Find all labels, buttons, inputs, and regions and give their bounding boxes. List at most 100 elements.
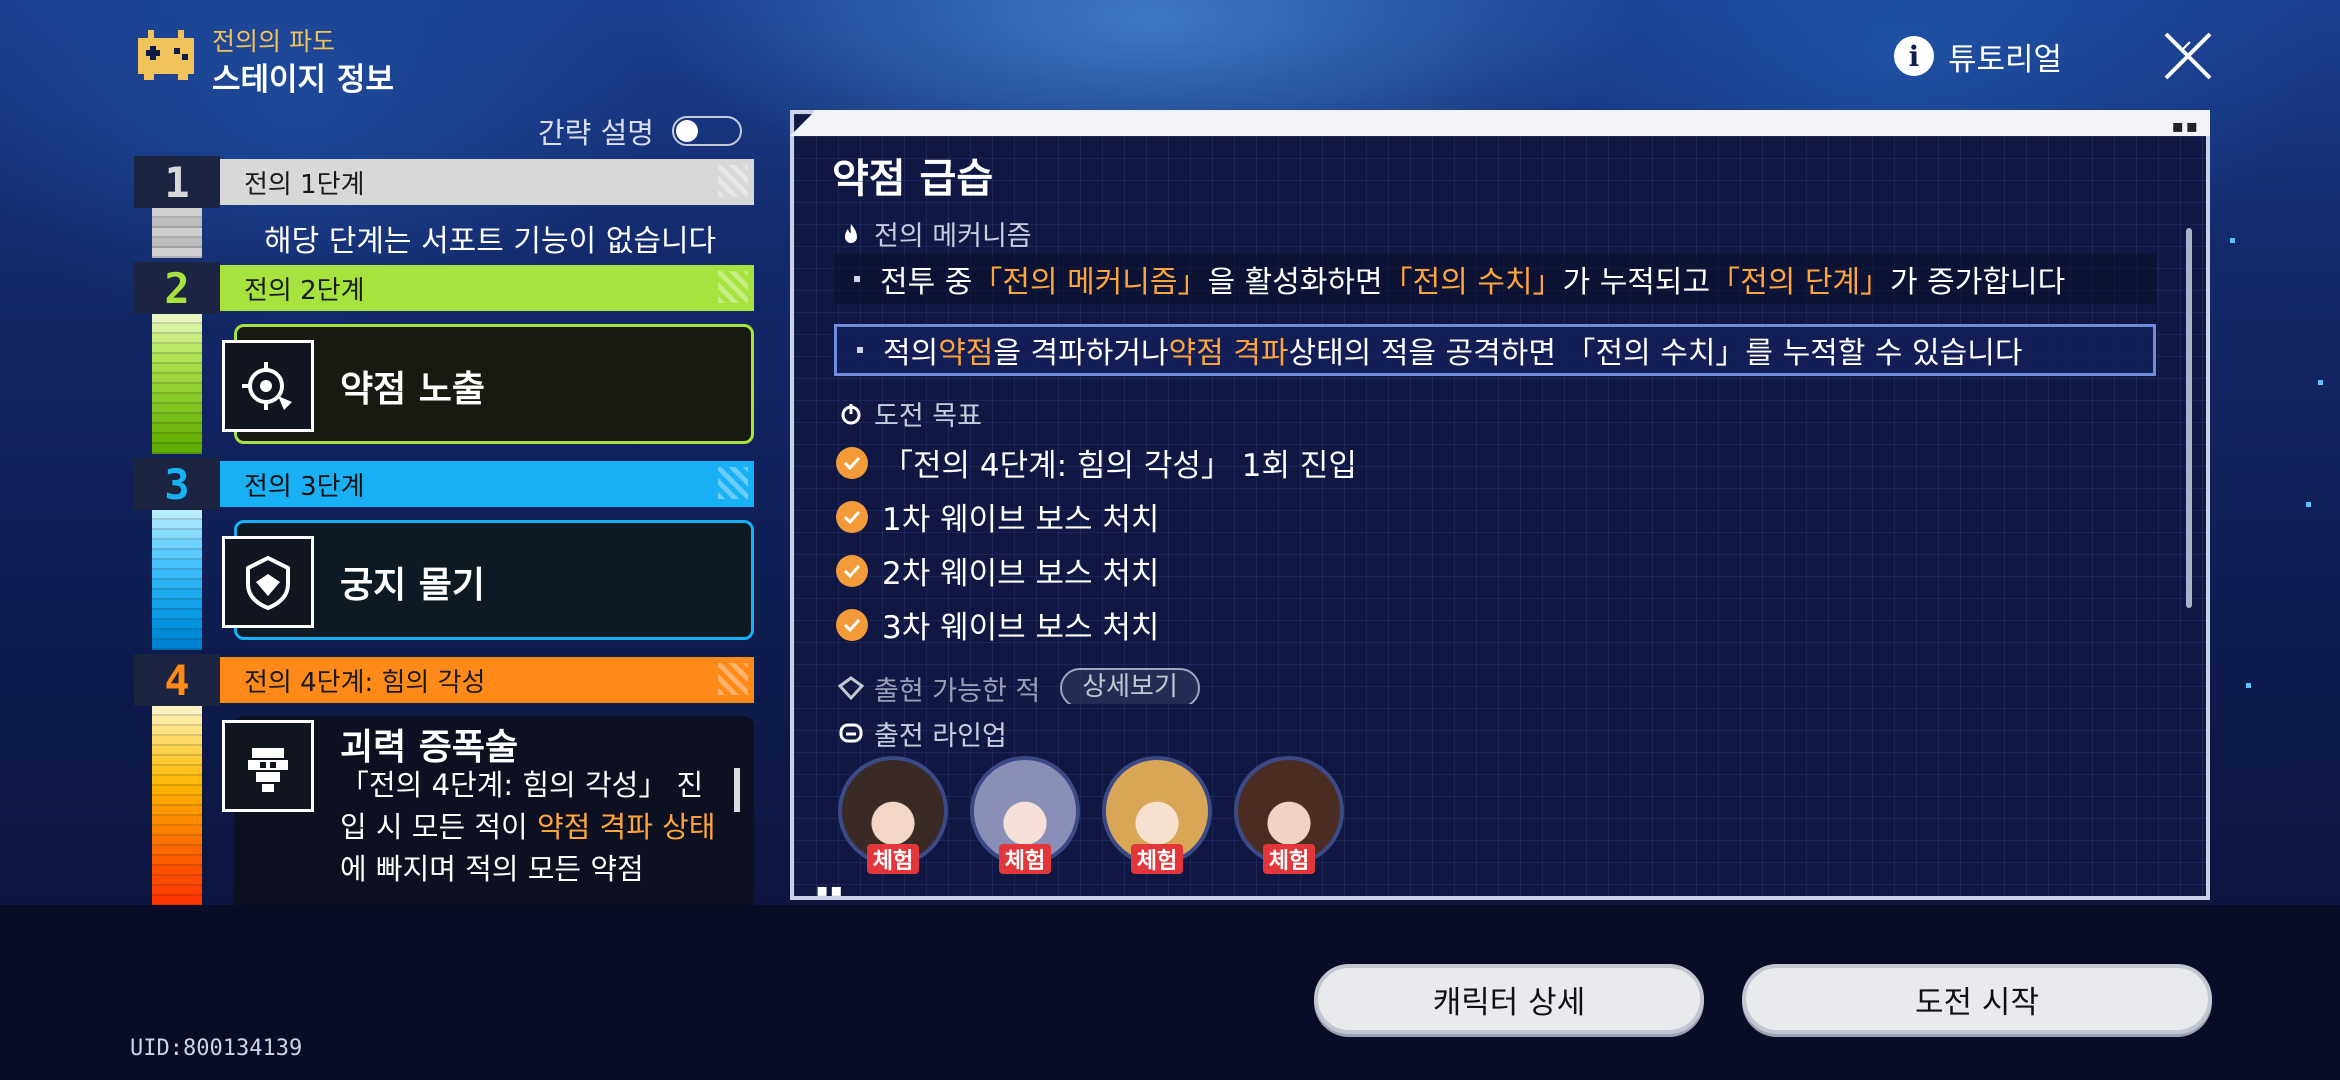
text-segment: 적의 <box>883 336 939 371</box>
game-controller-icon <box>138 30 194 80</box>
goals-heading-label: 도전 목표 <box>874 401 982 432</box>
header-subtitle: 전의의 파도 <box>212 27 335 56</box>
helmet-icon <box>838 721 864 747</box>
skill-name: 궁지 몰기 <box>340 565 486 606</box>
trial-badge: 체험 <box>1131 844 1183 874</box>
page-title: 스테이지 정보 <box>212 62 394 98</box>
stage-2-bar: 전의 2단계 <box>220 265 754 311</box>
highlight-term: 약점 격파 <box>1168 336 1289 371</box>
goals-heading: 도전 목표 <box>838 394 982 433</box>
goal-item: 「전의 4단계: 힘의 각성」 1회 진입 <box>836 440 1357 485</box>
mechanism-heading: 전의 메커니즘 <box>838 214 1032 253</box>
stage-label: 전의 2단계 <box>244 275 365 306</box>
stage-3-strip <box>152 510 202 650</box>
skill-desc-highlight: 약점 격파 상태 <box>536 810 716 844</box>
goal-text: 1차 웨이브 보스 처치 <box>882 502 1160 538</box>
goal-text: 「전의 4단계: 힘의 각성」 1회 진입 <box>882 448 1357 484</box>
enemies-heading-label: 출현 가능한 적 <box>874 675 1041 705</box>
skill-name: 약점 노출 <box>340 369 486 410</box>
info-icon: i <box>1894 36 1934 76</box>
mechanism-heading-label: 전의 메커니즘 <box>874 221 1032 252</box>
brief-description-label: 간략 설명 <box>538 116 654 150</box>
stage-3-header: 3 전의 3단계 <box>134 458 754 510</box>
stage-4-bar: 전의 4단계: 힘의 각성 <box>220 657 754 703</box>
stage-2-strip <box>152 314 202 454</box>
stage-3-bar: 전의 3단계 <box>220 461 754 507</box>
lineup-heading: 출전 라인업 <box>838 714 1007 753</box>
skill-desc-part: 에 빠지며 적의 모든 약점 <box>340 852 644 886</box>
enemies-heading: 출현 가능한 적 상세보기 <box>838 668 1200 704</box>
text-segment: 가 누적되고 <box>1562 265 1711 300</box>
panel-title: 약점 급습 <box>832 156 994 202</box>
flame-icon <box>838 221 864 247</box>
bar-corner-pattern <box>718 663 748 695</box>
trial-badge: 체험 <box>867 844 919 874</box>
enemies-heading-row: 출현 가능한 적 상세보기 <box>834 668 2164 704</box>
text-segment: 을 활성화하면 <box>1207 265 1383 300</box>
panel-top-bar: ▪▪ <box>814 110 2210 137</box>
stage-number: 1 <box>134 156 220 208</box>
panel-scrollbar[interactable] <box>2186 228 2192 608</box>
trial-badge: 체험 <box>999 844 1051 874</box>
stage-1-header: 1 전의 1단계 <box>134 156 754 208</box>
bar-corner-pattern <box>718 467 748 499</box>
highlight-term: 약점 <box>938 336 994 371</box>
brief-description-toggle[interactable]: 간략 설명 <box>538 110 742 152</box>
power-button-icon <box>838 401 864 427</box>
character-detail-button[interactable]: 캐릭터 상세 <box>1314 964 1704 1034</box>
stage-1-strip <box>152 208 202 260</box>
star-decoration <box>2246 683 2251 688</box>
lineup-heading-label: 출전 라인업 <box>874 721 1007 752</box>
goal-item: 2차 웨이브 보스 처치 <box>836 548 1159 593</box>
skill-name: 괴력 증폭술 <box>340 727 519 768</box>
toggle-switch[interactable] <box>671 116 742 146</box>
stage-2-header: 2 전의 2단계 <box>134 262 754 314</box>
text-segment: 가 증가합니다 <box>1890 265 2066 300</box>
scrollbar[interactable] <box>734 768 740 812</box>
check-icon <box>836 500 868 533</box>
stage-1-note: 해당 단계는 서포트 기능이 없습니다 <box>264 224 717 259</box>
stage-label: 전의 4단계: 힘의 각성 <box>244 667 486 698</box>
check-icon <box>836 608 868 641</box>
stage-label: 전의 1단계 <box>244 169 365 200</box>
enemy-detail-button[interactable]: 상세보기 <box>1060 668 1200 704</box>
user-id: UID:800134139 <box>130 1036 303 1061</box>
highlight-term: 「전의 단계」 <box>1710 265 1891 300</box>
text-segment: 상태의 적을 공격하면 「전의 수치」를 누적할 수 있습니다 <box>1288 336 2023 371</box>
goal-item: 3차 웨이브 보스 처치 <box>836 602 1159 647</box>
stage-number: 2 <box>134 262 220 314</box>
enemy-icon <box>838 675 864 701</box>
bar-corner-pattern <box>718 271 748 303</box>
star-decoration <box>2230 238 2235 243</box>
tutorial-label: 튜토리얼 <box>1948 41 2063 78</box>
goal-text: 3차 웨이브 보스 처치 <box>882 610 1160 646</box>
stage-label: 전의 3단계 <box>244 471 365 502</box>
stage-list[interactable]: 1 전의 1단계 해당 단계는 서포트 기능이 없습니다 2 전의 2단계 약점… <box>134 152 754 905</box>
goal-item: 1차 웨이브 보스 처치 <box>836 494 1159 539</box>
mechanism-line-1: 전투 중 「전의 메커니즘」 을 활성화하면 「전의 수치」 가 누적되고 「전의 … <box>834 254 2156 304</box>
power-icon <box>222 720 314 812</box>
trial-badge: 체험 <box>1263 844 1315 874</box>
crosshair-icon <box>222 340 314 432</box>
panel-bottom-marker: ▪▪ <box>816 880 845 901</box>
check-icon <box>836 554 868 587</box>
stage-4-strip <box>152 706 202 905</box>
shield-hand-icon <box>222 536 314 628</box>
star-decoration <box>2318 380 2323 385</box>
highlight-term: 「전의 수치」 <box>1382 265 1563 300</box>
text-segment: 전투 중 <box>880 265 973 300</box>
start-challenge-button[interactable]: 도전 시작 <box>1742 964 2212 1034</box>
close-icon[interactable] <box>2160 28 2216 84</box>
check-icon <box>836 446 868 479</box>
stage-detail-panel: ▪▪ 약점 급습 전의 메커니즘 전투 중 「전의 메커니즘」 을 활성화하면 「… <box>790 110 2210 901</box>
highlight-term: 「전의 메커니즘」 <box>972 265 1208 300</box>
skill-description: 「전의 4단계: 힘의 각성」 진입 시 모든 적이 약점 격파 상태에 빠지며… <box>340 764 720 890</box>
toggle-knob <box>675 120 698 142</box>
tutorial-button[interactable]: i 튜토리얼 <box>1894 34 2062 78</box>
stage-number: 3 <box>134 458 220 510</box>
mechanism-line-2: 적의 약점 을 격파하거나 약점 격파 상태의 적을 공격하면 「전의 수치」를 … <box>834 324 2156 376</box>
stage-number: 4 <box>134 654 220 706</box>
stage-4-header: 4 전의 4단계: 힘의 각성 <box>134 654 754 706</box>
star-decoration <box>2306 502 2311 507</box>
bar-corner-pattern <box>718 165 748 197</box>
